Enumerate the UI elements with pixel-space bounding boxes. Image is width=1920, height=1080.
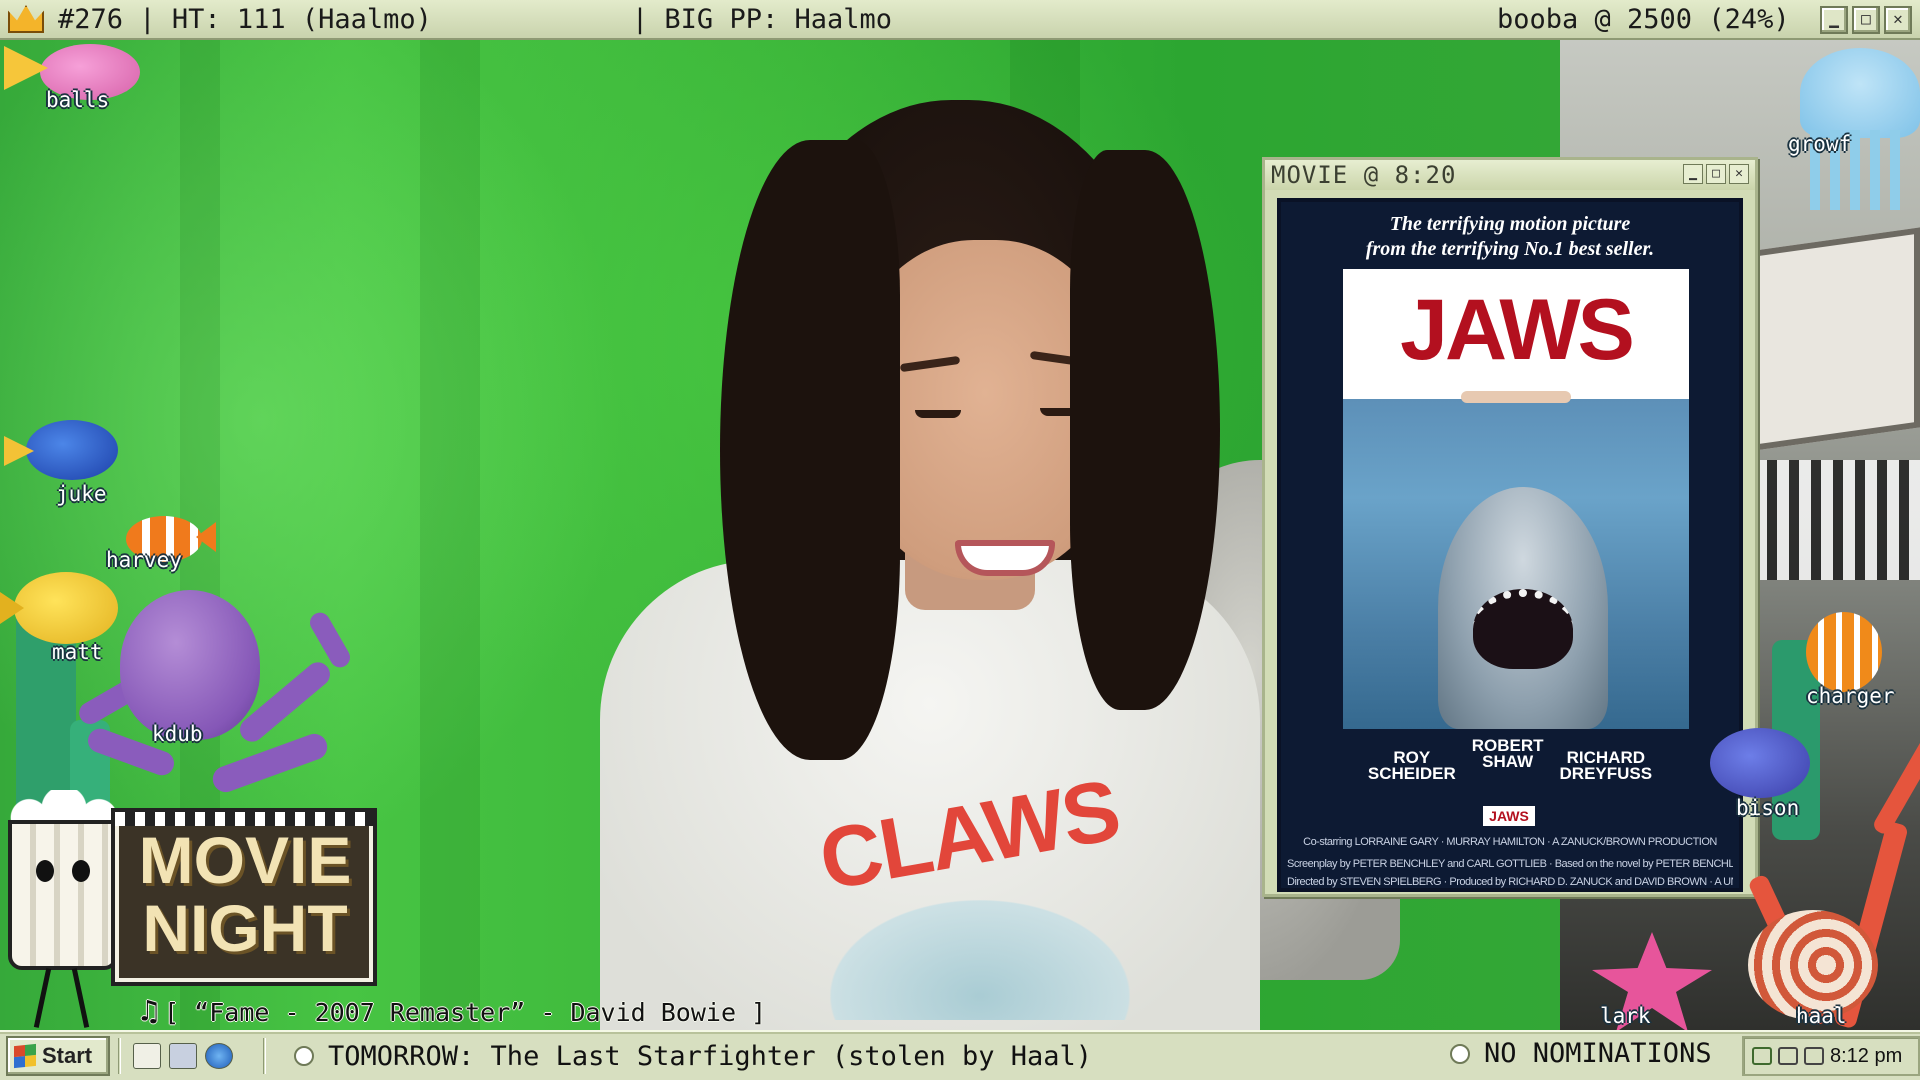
crown-icon [8, 5, 44, 33]
stream-info-bar: #276 | HT: 111 (Haalmo) | BIG PP: Haalmo… [0, 0, 1920, 40]
separator: | [631, 3, 665, 35]
taskbar-separator [263, 1038, 266, 1074]
explorer-icon[interactable] [169, 1043, 197, 1069]
poster-small-logo: JAWS [1483, 806, 1535, 826]
smile [955, 540, 1055, 576]
streamer-hair-right [1070, 150, 1220, 710]
hype-train-info: HT: 111 (Haalmo) [171, 3, 432, 35]
fish-body [26, 420, 118, 480]
poster-fine-print: Screenplay by PETER BENCHLEY and CARL GO… [1287, 858, 1733, 870]
fish-label: bison [1736, 796, 1800, 820]
popcorn-eye [36, 860, 54, 882]
start-label: Start [42, 1043, 93, 1068]
octopus-label: kdub [152, 722, 203, 746]
eye [915, 410, 961, 418]
poster-credits: ROY SCHEIDER ROBERT SHAW RICHARD DREYFUS… [1281, 737, 1739, 783]
poster-swimmer [1461, 391, 1571, 403]
taskbar: Start TOMORROW: The Last Starfighter (st… [0, 1030, 1920, 1080]
maximize-button[interactable]: □ [1706, 164, 1726, 184]
fish-label: juke [56, 482, 107, 506]
ticker-bullet-icon [1450, 1043, 1470, 1064]
minimize-button[interactable]: ▁ [1820, 6, 1848, 34]
fish-body [14, 572, 118, 644]
big-pp-info: BIG PP: Haalmo [664, 3, 892, 35]
popcorn-mascot [8, 820, 118, 970]
poster-shark-mouth [1473, 589, 1573, 669]
movie-night-logo-text: MOVIE NIGHT [138, 823, 352, 965]
movie-window[interactable]: MOVIE @ 8:20 ▁ □ ✕ The terrifying motion… [1262, 157, 1758, 897]
fish-body [1710, 728, 1810, 798]
clock[interactable]: 8:12 pm [1830, 1045, 1902, 1068]
nomination-status: NO NOMINATIONS [1484, 1038, 1712, 1069]
poster-fine-print: Directed by STEVEN SPIELBERG · Produced … [1287, 876, 1733, 888]
taskbar-separator [118, 1038, 121, 1074]
backdrop-fold [420, 40, 480, 1030]
windows-logo-icon [14, 1043, 36, 1069]
display-icon[interactable] [1804, 1047, 1824, 1065]
octopus-head [120, 590, 260, 740]
piano-keys [1745, 460, 1920, 580]
credit-name: ROY SCHEIDER [1367, 748, 1456, 783]
jellyfish-label: growf [1788, 132, 1852, 156]
fish-label: matt [52, 640, 103, 664]
popcorn-eye [72, 860, 90, 882]
wall-picture [1740, 227, 1920, 453]
network-icon[interactable] [1752, 1047, 1772, 1065]
browser-icon[interactable] [205, 1043, 233, 1069]
goal-progress: booba @ 2500 (24%) [1497, 3, 1790, 35]
nomination-area: NO NOMINATIONS [1450, 1038, 1724, 1069]
nautilus-label: haal [1796, 1004, 1847, 1028]
starfish-label: lark [1600, 1004, 1651, 1028]
credit-name: RICHARD DREYFUSS [1559, 748, 1653, 783]
episode-number: #276 [58, 3, 124, 35]
music-note-icon: ♫ [140, 994, 159, 1029]
window-controls: ▁ □ ✕ [1820, 6, 1912, 34]
movie-window-titlebar[interactable]: MOVIE @ 8:20 [1265, 160, 1755, 190]
poster-fine-print: Co-starring LORRAINE GARY · MURRAY HAMIL… [1303, 836, 1717, 848]
shirt-print-wave [830, 900, 1130, 1020]
poster-artwork: JAWS [1343, 269, 1689, 729]
minimize-button[interactable]: ▁ [1683, 164, 1703, 184]
fish-label: charger [1806, 684, 1895, 708]
poster-title-logo: JAWS [1400, 282, 1635, 378]
movie-window-title: MOVIE @ 8:20 [1271, 161, 1457, 189]
ticker-bullet-icon [294, 1046, 314, 1066]
now-playing: ♫[ “Fame - 2007 Remaster” - David Bowie … [140, 994, 766, 1029]
streamer-hair-left [720, 140, 900, 760]
now-playing-track: [ “Fame - 2007 Remaster” - David Bowie ] [164, 998, 767, 1027]
close-button[interactable]: ✕ [1884, 6, 1912, 34]
poster-tagline: The terrifying motion picture from the t… [1365, 213, 1655, 260]
fish-body [1806, 612, 1882, 692]
separator: | [123, 3, 172, 35]
credit-name: ROBERT SHAW [1471, 736, 1544, 771]
close-button[interactable]: ✕ [1729, 164, 1749, 184]
movie-poster: The terrifying motion picture from the t… [1277, 198, 1743, 892]
volume-icon[interactable] [1778, 1047, 1798, 1065]
ticker-tomorrow: TOMORROW: The Last Starfighter (stolen b… [328, 1040, 1093, 1072]
notepad-icon[interactable] [133, 1043, 161, 1069]
movie-window-controls: ▁ □ ✕ [1683, 164, 1749, 184]
jellyfish-bell [1800, 48, 1920, 138]
system-tray: 8:12 pm [1742, 1036, 1920, 1076]
maximize-button[interactable]: □ [1852, 6, 1880, 34]
start-button[interactable]: Start [6, 1036, 110, 1076]
fish-label: balls [46, 88, 110, 112]
fish-label: harvey [106, 548, 182, 572]
